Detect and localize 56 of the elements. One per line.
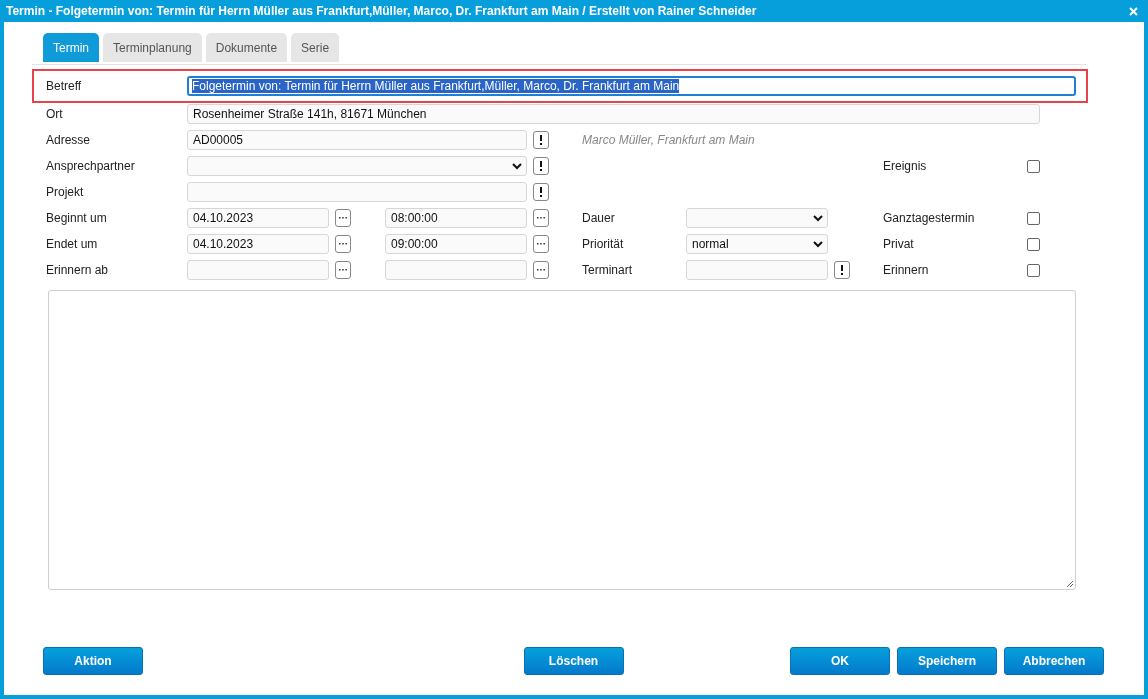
ellipsis-icon[interactable] [533,209,549,227]
field-label: Terminart [582,263,633,277]
time-field[interactable]: 09:00:00 [385,234,527,254]
resize-grip-icon[interactable] [1066,580,1073,587]
delete-button[interactable]: Löschen [523,647,624,675]
window-title: Termin - Folgetermin von: Termin für Herrn Müller aus Frankfurt,Müller, Marco, Dr. Frankfurt am Main / Erstellt von Rainer Schneider [6,4,757,18]
date-field[interactable]: 04.10.2023 [187,234,329,254]
field-label: Ansprechpartner [46,159,136,173]
subject-field[interactable]: Folgetermin von: Termin für Herrn Müller aus Frankfurt,Müller, Marco, Dr. Frankfurt am Main [187,76,1076,96]
exclamation-icon[interactable] [834,261,850,279]
checkbox[interactable] [1027,263,1040,277]
field-label: Beginnt um [46,211,108,225]
field-label: Priorität [582,237,625,251]
field-label: Ort [46,107,64,121]
exclamation-icon[interactable] [533,131,549,149]
chevron-down-icon [512,162,522,170]
date-field[interactable]: 04.10.2023 [187,208,329,228]
ellipsis-icon[interactable] [335,261,351,279]
exclamation-icon[interactable] [533,157,549,175]
checkbox-label: Privat [883,237,915,251]
chevron-down-icon [813,214,823,222]
field-label: Betreff [46,79,83,93]
priority-dropdown[interactable]: normal [686,234,828,254]
address-field[interactable]: AD00005 [187,130,527,150]
action-button[interactable]: Aktion [43,647,143,675]
checkbox[interactable] [1027,237,1040,251]
dialog-button[interactable]: OK [790,647,890,675]
tab[interactable]: Terminplanung [103,33,202,62]
checkbox[interactable] [1027,159,1040,173]
tab[interactable]: Dokumente [205,33,288,62]
ellipsis-icon[interactable] [533,261,549,279]
checkbox[interactable] [1027,211,1040,225]
field-label: Erinnern ab [46,263,110,277]
field-label: Endet um [46,237,99,251]
field-label: Adresse [46,133,92,147]
close-icon[interactable] [1129,6,1138,16]
field-label: Projekt [46,185,85,199]
time-field[interactable] [385,260,527,280]
exclamation-icon[interactable] [533,183,549,201]
checkbox-label: Ereignis [883,159,928,173]
date-field[interactable] [187,260,329,280]
ellipsis-icon[interactable] [335,209,351,227]
checkbox-label: Erinnern [883,263,930,277]
field-label: Dauer [582,211,616,225]
checkbox-label: Ganztagestermin [883,211,976,225]
tab[interactable]: Serie [291,33,340,62]
chevron-down-icon [813,240,823,248]
address-note: Marco Müller, Frankfurt am Main [582,133,756,147]
time-field[interactable]: 08:00:00 [385,208,527,228]
dialog-button[interactable]: Abbrechen [1004,647,1104,675]
dialog-button[interactable]: Speichern [897,647,997,675]
type-field[interactable] [686,260,828,280]
project-field[interactable] [187,182,527,202]
ellipsis-icon[interactable] [335,235,351,253]
ellipsis-icon[interactable] [533,235,549,253]
location-field[interactable]: Rosenheimer Straße 141h, 81671 München [187,104,1040,124]
